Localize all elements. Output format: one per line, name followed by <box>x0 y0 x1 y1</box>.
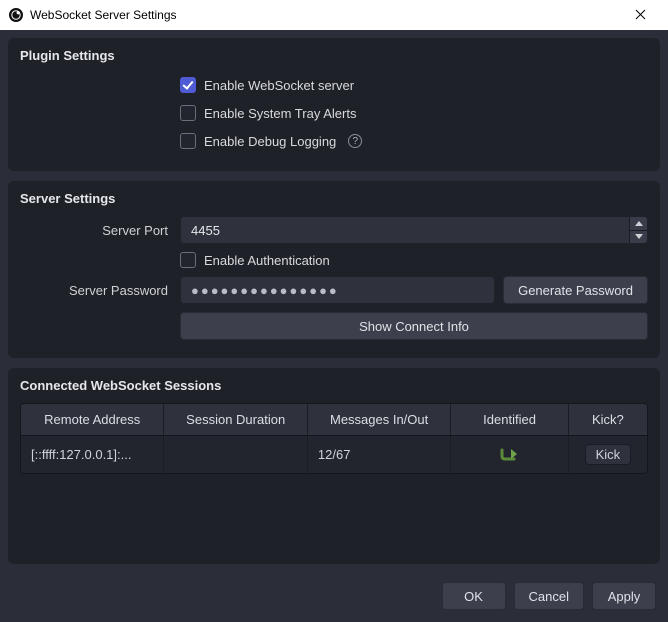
server-port-label: Server Port <box>20 223 180 238</box>
apply-button[interactable]: Apply <box>592 582 656 610</box>
ok-button[interactable]: OK <box>442 582 506 610</box>
sessions-table: Remote Address Session Duration Messages… <box>20 403 648 474</box>
checkbox-icon <box>180 105 196 121</box>
cell-identified <box>451 436 568 473</box>
cell-messages: 12/67 <box>308 436 451 473</box>
identified-arrow-icon <box>500 447 520 463</box>
enable-websocket-server-label: Enable WebSocket server <box>204 78 354 93</box>
port-step-down-button[interactable] <box>630 230 647 244</box>
checkbox-icon <box>180 77 196 93</box>
checkbox-icon <box>180 252 196 268</box>
enable-authentication-label: Enable Authentication <box>204 253 330 268</box>
server-port-input[interactable]: 4455 <box>180 216 648 244</box>
enable-debug-logging-label: Enable Debug Logging <box>204 134 336 149</box>
cell-kick: Kick <box>569 436 647 473</box>
connected-sessions-panel: Connected WebSocket Sessions Remote Addr… <box>8 368 660 564</box>
plugin-settings-heading: Plugin Settings <box>20 48 648 63</box>
col-identified[interactable]: Identified <box>451 404 568 436</box>
col-kick[interactable]: Kick? <box>569 404 647 436</box>
password-mask: ●●●●●●●●●●●●●●● <box>191 283 339 298</box>
cell-session-duration <box>164 436 307 473</box>
enable-debug-logging-checkbox[interactable]: Enable Debug Logging ? <box>180 129 362 153</box>
help-icon[interactable]: ? <box>348 134 362 148</box>
col-remote-address[interactable]: Remote Address <box>21 404 164 436</box>
checkbox-icon <box>180 133 196 149</box>
server-settings-heading: Server Settings <box>20 191 648 206</box>
server-password-label: Server Password <box>20 283 180 298</box>
server-password-input[interactable]: ●●●●●●●●●●●●●●● <box>180 276 495 304</box>
plugin-settings-panel: Plugin Settings Enable WebSocket server … <box>8 38 660 171</box>
app-icon <box>8 7 24 23</box>
show-connect-info-button[interactable]: Show Connect Info <box>180 312 648 340</box>
port-step-up-button[interactable] <box>630 217 647 230</box>
cell-remote-address: [::ffff:127.0.0.1]:... <box>21 436 164 473</box>
enable-websocket-server-checkbox[interactable]: Enable WebSocket server <box>180 73 354 97</box>
window-title: WebSocket Server Settings <box>30 8 177 22</box>
col-messages[interactable]: Messages In/Out <box>308 404 451 436</box>
connected-sessions-heading: Connected WebSocket Sessions <box>20 378 648 393</box>
kick-button[interactable]: Kick <box>585 444 632 465</box>
dialog-footer: OK Cancel Apply <box>0 572 668 622</box>
enable-system-tray-label: Enable System Tray Alerts <box>204 106 356 121</box>
enable-system-tray-checkbox[interactable]: Enable System Tray Alerts <box>180 101 356 125</box>
generate-password-button[interactable]: Generate Password <box>503 276 648 304</box>
close-button[interactable] <box>620 8 660 23</box>
enable-authentication-checkbox[interactable]: Enable Authentication <box>180 248 330 272</box>
server-settings-panel: Server Settings Server Port 4455 <box>8 181 660 358</box>
col-session-duration[interactable]: Session Duration <box>164 404 307 436</box>
table-row: [::ffff:127.0.0.1]:... 12/67 Kick <box>21 436 647 473</box>
titlebar: WebSocket Server Settings <box>0 0 668 30</box>
server-port-value: 4455 <box>181 217 629 243</box>
cancel-button[interactable]: Cancel <box>514 582 584 610</box>
